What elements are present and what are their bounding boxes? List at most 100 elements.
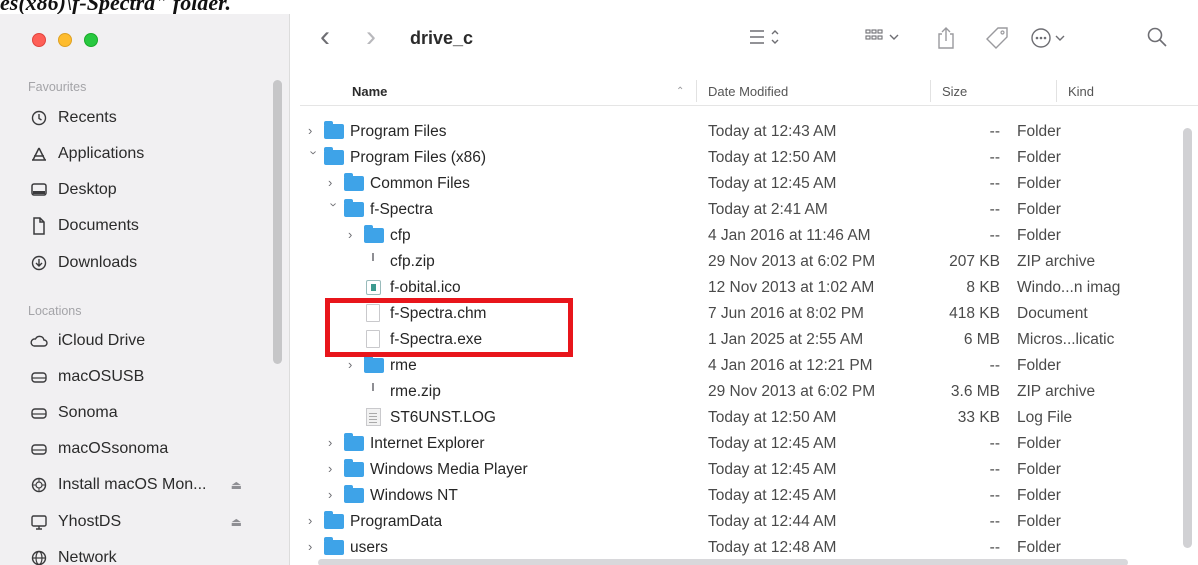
file-size: -- <box>989 149 1000 166</box>
sidebar-item-downloads[interactable]: Downloads <box>28 250 248 276</box>
eject-icon[interactable]: ⏏ <box>231 515 242 529</box>
chevron-right-icon[interactable]: › <box>308 513 320 528</box>
document-icon <box>28 217 50 235</box>
file-kind: Folder <box>1017 227 1061 244</box>
table-row[interactable]: › Windows NT Today at 12:45 AM -- Folder <box>300 483 1184 509</box>
file-date: Today at 12:48 AM <box>708 539 837 556</box>
table-row[interactable]: rme.zip 29 Nov 2013 at 6:02 PM 3.6 MB ZI… <box>300 379 1184 405</box>
share-icon <box>938 27 954 49</box>
file-list-horizontal-scrollbar[interactable] <box>318 559 1128 565</box>
table-row[interactable]: › Common Files Today at 12:45 AM -- Fold… <box>300 171 1184 197</box>
drive-icon <box>28 370 50 384</box>
desktop-icon <box>28 182 50 198</box>
table-row[interactable]: › Windows Media Player Today at 12:45 AM… <box>300 457 1184 483</box>
chevron-right-icon[interactable]: › <box>328 435 340 450</box>
file-date: Today at 12:45 AM <box>708 175 837 192</box>
group-button[interactable] <box>864 26 904 48</box>
forward-button[interactable]: › <box>366 20 376 54</box>
folder-icon <box>344 433 364 451</box>
column-name[interactable]: Name <box>352 84 387 99</box>
file-size: -- <box>989 461 1000 478</box>
chevron-right-icon[interactable]: › <box>328 175 340 190</box>
back-button[interactable]: ‹ <box>320 20 330 54</box>
column-date-modified[interactable]: Date Modified <box>708 84 788 99</box>
installer-icon <box>28 477 50 493</box>
file-date: 4 Jan 2016 at 11:46 AM <box>708 227 871 244</box>
sidebar-item-sonoma[interactable]: Sonoma <box>28 400 248 426</box>
window-title: drive_c <box>410 28 474 48</box>
file-size: -- <box>989 487 1000 504</box>
sidebar-section-favourites: Favourites <box>28 80 87 94</box>
sidebar-item-documents[interactable]: Documents <box>28 213 248 239</box>
chevron-right-icon[interactable]: › <box>328 461 340 476</box>
sidebar-item-network[interactable]: Network <box>28 545 248 565</box>
table-row[interactable]: › ProgramData Today at 12:44 AM -- Folde… <box>300 509 1184 535</box>
file-date: Today at 12:45 AM <box>708 487 837 504</box>
finder-window: Favourites Recents Applications Desktop … <box>0 14 1198 565</box>
table-row[interactable]: › f-Spectra Today at 2:41 AM -- Folder <box>300 197 1184 223</box>
file-kind: Log File <box>1017 409 1073 426</box>
table-row[interactable]: › users Today at 12:48 AM -- Folder <box>300 535 1184 561</box>
chevron-down-icon[interactable]: › <box>327 203 342 215</box>
file-name: rme.zip <box>390 383 441 400</box>
zoom-window-button[interactable] <box>84 33 98 47</box>
sidebar-scrollbar[interactable] <box>273 80 282 364</box>
action-menu-button[interactable] <box>1030 26 1070 50</box>
table-row[interactable]: › Program Files Today at 12:43 AM -- Fol… <box>300 119 1184 145</box>
sidebar-item-label: macOSUSB <box>58 368 145 385</box>
file-size: -- <box>989 201 1000 218</box>
sort-ascending-icon[interactable]: ⌃ <box>676 86 684 97</box>
sidebar-item-label: Sonoma <box>58 404 118 421</box>
sidebar-item-recents[interactable]: Recents <box>28 105 248 131</box>
minimize-window-button[interactable] <box>58 33 72 47</box>
search-button[interactable] <box>1146 26 1168 48</box>
tag-button[interactable] <box>984 26 1010 50</box>
folder-icon <box>324 121 344 139</box>
chevron-right-icon[interactable]: › <box>348 227 360 242</box>
sidebar-item-macossonoma[interactable]: macOSsonoma <box>28 436 248 462</box>
column-kind[interactable]: Kind <box>1068 84 1094 99</box>
close-window-button[interactable] <box>32 33 46 47</box>
chevron-right-icon[interactable]: › <box>308 123 320 138</box>
file-list-vertical-scrollbar[interactable] <box>1183 128 1192 548</box>
chevron-right-icon[interactable]: › <box>328 487 340 502</box>
table-row[interactable]: › Internet Explorer Today at 12:45 AM --… <box>300 431 1184 457</box>
file-size: -- <box>989 175 1000 192</box>
zip-file-icon <box>366 252 380 270</box>
sidebar-item-applications[interactable]: Applications <box>28 141 248 167</box>
file-date: Today at 2:41 AM <box>708 201 828 218</box>
sidebar-item-yhostds[interactable]: YhostDS ⏏ <box>28 509 248 535</box>
chevron-right-icon[interactable]: › <box>348 357 360 372</box>
column-size[interactable]: Size <box>942 84 967 99</box>
file-name: users <box>350 539 388 556</box>
sidebar-item-install-macos[interactable]: Install macOS Mon... ⏏ <box>28 472 248 498</box>
chevron-down-icon[interactable]: › <box>307 151 322 163</box>
file-date: Today at 12:50 AM <box>708 149 837 166</box>
file-name: f-obital.ico <box>390 279 461 296</box>
file-name: cfp <box>390 227 411 244</box>
file-size: -- <box>989 435 1000 452</box>
sidebar-item-label: Recents <box>58 109 117 126</box>
table-row[interactable]: cfp.zip 29 Nov 2013 at 6:02 PM 207 KB ZI… <box>300 249 1184 275</box>
file-kind: Windo...n imag <box>1017 279 1121 296</box>
folder-icon <box>344 459 364 477</box>
file-kind: Folder <box>1017 435 1061 452</box>
file-size: 33 KB <box>957 409 1000 426</box>
folder-icon <box>344 485 364 503</box>
file-size: 6 MB <box>963 331 1000 348</box>
table-row[interactable]: ST6UNST.LOG Today at 12:50 AM 33 KB Log … <box>300 405 1184 431</box>
list-view-button[interactable] <box>748 26 784 48</box>
sidebar-item-macosusb[interactable]: macOSUSB <box>28 364 248 390</box>
file-name: Windows NT <box>370 487 458 504</box>
file-size: 207 KB <box>949 253 1000 270</box>
table-row[interactable]: › cfp 4 Jan 2016 at 11:46 AM -- Folder <box>300 223 1184 249</box>
eject-icon[interactable]: ⏏ <box>231 478 242 492</box>
file-date: 12 Nov 2013 at 1:02 AM <box>708 279 875 296</box>
table-row[interactable]: › Program Files (x86) Today at 12:50 AM … <box>300 145 1184 171</box>
sidebar-item-icloud-drive[interactable]: iCloud Drive <box>28 328 248 354</box>
sidebar-item-desktop[interactable]: Desktop <box>28 177 248 203</box>
list-view-icon <box>750 30 779 44</box>
share-button[interactable] <box>936 26 956 50</box>
chevron-right-icon[interactable]: › <box>308 539 320 554</box>
sidebar-item-label: iCloud Drive <box>58 332 146 349</box>
